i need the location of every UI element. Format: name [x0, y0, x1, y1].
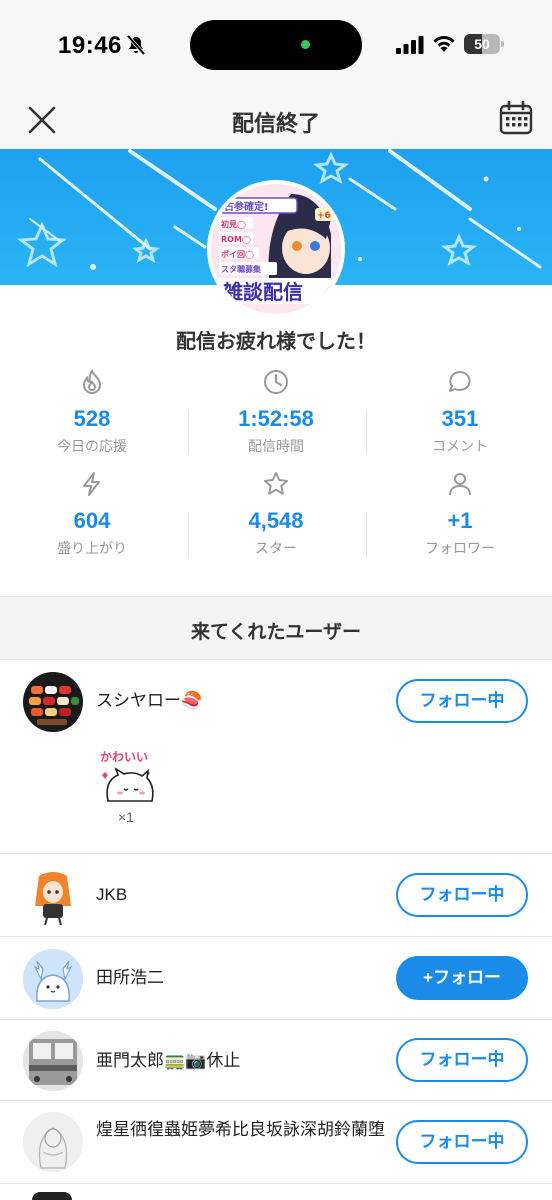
thumb-text-4: ポイ回◯	[221, 249, 254, 259]
section-header: 来てくれたユーザー	[0, 596, 552, 660]
bell-muted-icon	[126, 34, 146, 56]
stat-value: +1	[447, 508, 473, 533]
stat-value: 604	[73, 508, 111, 533]
user-row[interactable]: 亜門太郎🚃📷休止 フォロー中	[0, 1021, 552, 1101]
camera-indicator	[301, 40, 310, 49]
user-row[interactable]: 煌星徆徨蟲姫夢希比良坂詠深胡鈴蘭堕 フォロー中	[0, 1102, 552, 1184]
avatar[interactable]	[23, 672, 83, 732]
user-row[interactable]: スシヤロー🍣 フォロー中 かわいい ×1	[0, 661, 552, 854]
star-icon	[264, 472, 288, 495]
stat-divider	[366, 512, 367, 556]
section-title: 来てくれたユーザー	[190, 622, 362, 643]
stat-label: コメント	[432, 438, 488, 454]
stat-label: 今日の応援	[57, 438, 127, 454]
stat-value: 351	[441, 406, 479, 431]
thumb-text-1: 古参確定!	[224, 200, 269, 213]
stat-comments: 351 コメント	[368, 368, 552, 456]
stat-value: 1:52:58	[238, 406, 314, 431]
stat-cheer: 528 今日の応援	[0, 368, 184, 456]
next-user-avatar-peek	[32, 1192, 72, 1200]
stat-followers: +1 フォロワー	[368, 470, 552, 558]
stat-value: 4,548	[248, 508, 304, 533]
dynamic-island	[190, 20, 362, 70]
kawaii-cat-sticker: かわいい	[100, 750, 154, 802]
status-bar: 19:46 50	[0, 0, 552, 92]
person-icon	[449, 473, 471, 496]
avatar[interactable]	[23, 949, 83, 1009]
calendar-icon[interactable]	[496, 98, 536, 138]
comment-icon	[449, 371, 471, 392]
stat-label: フォロワー	[425, 540, 495, 556]
battery-level: 50	[474, 36, 490, 52]
following-button[interactable]: フォロー中	[396, 873, 528, 917]
stat-excitement: 604 盛り上がり	[0, 470, 184, 558]
stat-value: 528	[73, 406, 111, 431]
thumb-text-3: ROM◯	[221, 235, 251, 244]
avatar[interactable]	[23, 1031, 83, 1091]
following-button[interactable]: フォロー中	[396, 1038, 528, 1082]
thanks-message: 配信お疲れ様でした！	[176, 331, 376, 353]
stat-divider	[366, 410, 367, 454]
page-title: 配信終了	[231, 111, 320, 136]
gift-count: ×1	[118, 809, 134, 825]
user-name[interactable]: 亜門太郎🚃📷休止	[96, 1047, 240, 1075]
flame-icon	[82, 368, 102, 394]
user-name[interactable]: 田所浩二	[96, 964, 164, 992]
nav-bar: 配信終了	[0, 92, 552, 148]
avatar[interactable]	[23, 866, 83, 926]
status-time: 19:46	[58, 32, 122, 59]
gift-text: かわいい	[100, 750, 148, 764]
thumb-text-7: +6	[317, 211, 331, 221]
stat-stars: 4,548 スター	[184, 470, 368, 558]
stream-thumbnail[interactable]: 古参確定! +6 初見◯ ROM◯ ポイ回◯ スタ職募集 雑談配信	[207, 180, 345, 318]
user-name[interactable]: 煌星徆徨蟲姫夢希比良坂詠深胡鈴蘭堕	[96, 1116, 386, 1144]
stat-label: スター	[255, 540, 297, 556]
cellular-signal-icon	[396, 36, 424, 54]
battery-indicator: 50	[464, 34, 504, 54]
follow-button[interactable]: +フォロー	[396, 956, 528, 1000]
user-row[interactable]: JKB フォロー中	[0, 855, 552, 937]
following-button[interactable]: フォロー中	[396, 1120, 528, 1164]
thumb-text-2: 初見◯	[221, 219, 246, 229]
lightning-icon	[83, 472, 100, 496]
following-button[interactable]: フォロー中	[396, 679, 528, 723]
stat-label: 配信時間	[248, 438, 304, 454]
wifi-icon	[433, 36, 455, 52]
user-name[interactable]: スシヤロー🍣	[96, 687, 202, 715]
stat-label: 盛り上がり	[57, 540, 127, 556]
user-row[interactable]: 田所浩二 +フォロー	[0, 938, 552, 1020]
user-name[interactable]: JKB	[96, 881, 127, 909]
avatar[interactable]	[23, 1112, 83, 1172]
clock-icon	[264, 370, 288, 394]
thumb-text-6: 雑談配信	[222, 280, 303, 304]
thumb-text-5: スタ職募集	[221, 264, 262, 274]
stat-duration: 1:52:58 配信時間	[184, 368, 368, 456]
